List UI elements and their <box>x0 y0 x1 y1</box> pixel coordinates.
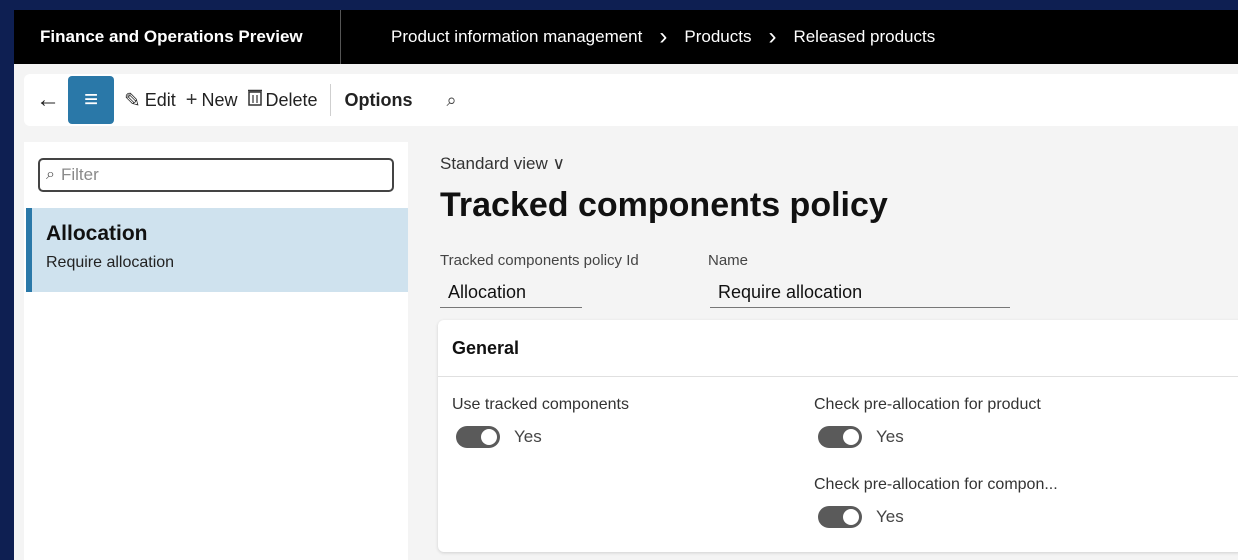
breadcrumb-item[interactable]: Products <box>684 27 751 47</box>
check-pre-allocation-product-toggle[interactable]: Yes <box>818 426 904 448</box>
toggle-knob <box>843 429 859 445</box>
search-icon: ⌕ <box>46 166 55 183</box>
list-item-title: Allocation <box>46 222 148 245</box>
list-item-subtitle: Require allocation <box>46 254 175 271</box>
app-window: Finance and Operations Preview Product i… <box>14 10 1238 560</box>
app-title[interactable]: Finance and Operations Preview <box>14 27 340 47</box>
search-icon: ⌕ <box>446 89 457 110</box>
general-header[interactable]: General <box>438 320 1238 377</box>
check-pre-allocation-product-label: Check pre-allocation for product <box>814 396 1041 413</box>
delete-button[interactable]: Delete <box>247 88 318 112</box>
edit-button[interactable]: ✎ Edit <box>124 88 176 113</box>
name-label: Name <box>708 252 749 269</box>
hamburger-icon: ≡ <box>83 86 98 113</box>
check-pre-allocation-component-label: Check pre-allocation for compon... <box>814 476 1058 493</box>
list-toggle-button[interactable]: ≡ <box>68 76 114 124</box>
pencil-icon: ✎ <box>124 89 141 112</box>
toggle-knob <box>843 509 859 525</box>
details-pane: Standard view ∨ Tracked components polic… <box>428 142 1238 560</box>
chevron-right-icon: › <box>768 23 777 50</box>
list-item[interactable]: Allocation Require allocation <box>26 208 408 292</box>
top-bar: Finance and Operations Preview Product i… <box>14 10 1238 64</box>
policy-id-field[interactable]: Allocation <box>440 282 582 308</box>
toggle-value: Yes <box>876 427 904 446</box>
page-title: Tracked components policy <box>440 186 888 224</box>
toggle-value: Yes <box>876 507 904 526</box>
view-selector[interactable]: Standard view ∨ <box>440 154 565 174</box>
filter-box[interactable]: ⌕ <box>38 158 394 192</box>
name-field[interactable]: Require allocation <box>710 282 1010 308</box>
search-button[interactable]: ⌕ <box>447 90 457 111</box>
chevron-down-icon: ∨ <box>552 154 565 173</box>
trash-icon <box>247 88 262 112</box>
new-label: New <box>201 89 238 110</box>
list-pane: ⌕ Allocation Require allocation <box>24 142 408 560</box>
toggle-track <box>456 426 500 448</box>
breadcrumb-item[interactable]: Product information management <box>391 27 642 47</box>
general-fasttab: General Use tracked components Yes Check… <box>438 320 1238 552</box>
back-arrow-icon: ← <box>36 86 60 113</box>
new-button[interactable]: + New <box>186 89 238 112</box>
breadcrumb-item[interactable]: Released products <box>793 27 935 47</box>
use-tracked-components-toggle[interactable]: Yes <box>456 426 542 448</box>
back-button[interactable]: ← <box>32 80 64 120</box>
policy-id-label: Tracked components policy Id <box>440 252 639 269</box>
filter-input[interactable] <box>58 164 363 186</box>
delete-label: Delete <box>265 89 318 110</box>
edit-label: Edit <box>144 89 176 110</box>
toggle-value: Yes <box>514 427 542 446</box>
plus-icon: + <box>185 88 198 111</box>
view-label: Standard view <box>440 154 548 173</box>
breadcrumb: Product information management › Product… <box>341 25 935 49</box>
use-tracked-components-label: Use tracked components <box>452 396 629 413</box>
chevron-right-icon: › <box>659 23 668 50</box>
options-tab[interactable]: Options <box>345 90 413 111</box>
toggle-track <box>818 506 862 528</box>
action-divider <box>329 84 331 116</box>
check-pre-allocation-component-toggle[interactable]: Yes <box>818 506 904 528</box>
toggle-knob <box>481 429 497 445</box>
action-pane: ← ≡ ✎ Edit + New Delete Options ⌕ <box>24 74 1238 126</box>
toggle-track <box>818 426 862 448</box>
